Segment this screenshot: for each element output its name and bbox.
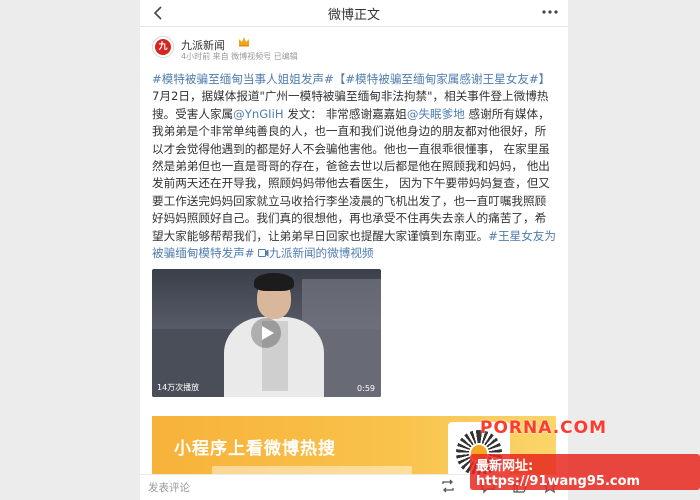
comment-input[interactable]: 发表评论	[148, 480, 190, 495]
post-text: 发文： 非常感谢嘉嘉姐	[283, 106, 407, 121]
hashtag-link[interactable]: #模特被骗至缅甸当事人姐姐发声#	[152, 72, 334, 86]
video-link-label: 九派新闻的微博视频	[269, 246, 374, 261]
post-text: 感谢所有媒体，我弟弟是个非常单纯善良的人，也一直和我们说他身边的朋友都对他很好，…	[152, 106, 550, 243]
video-link[interactable]: 九派新闻的微博视频	[258, 246, 374, 261]
author-logo: 九	[155, 39, 171, 55]
mention-link[interactable]: @YnGIiH	[233, 107, 283, 121]
author-header: 九 九派新闻 4小时前 来自 微博视频号 已编辑	[152, 36, 552, 66]
watermark-site: PORNA.COM	[480, 418, 608, 438]
author-meta: 4小时前 来自 微博视频号 已编辑	[181, 52, 298, 61]
more-button[interactable]	[538, 1, 562, 23]
avatar[interactable]: 九	[152, 36, 174, 58]
more-dots-icon	[542, 10, 558, 14]
play-count: 14万次播放	[157, 383, 200, 392]
mention-link[interactable]: @失眠爹地	[407, 107, 465, 121]
hashtag-link[interactable]: 【#模特被骗至缅甸家属感谢王星女友#】	[334, 72, 551, 86]
top-bar: 微博正文	[140, 0, 568, 27]
video-figure	[254, 273, 294, 291]
crown-icon	[238, 36, 250, 50]
repost-icon[interactable]	[440, 478, 456, 498]
video-link-icon	[258, 249, 269, 258]
video-duration: 0:59	[357, 384, 375, 393]
watermark-url: 最新网址: https://91wang95.com	[470, 454, 700, 490]
play-button[interactable]	[250, 317, 282, 349]
play-icon	[251, 318, 281, 348]
video-player[interactable]: 14万次播放 0:59	[152, 269, 381, 397]
page-title: 微博正文	[327, 8, 380, 23]
ad-title: 小程序上看微博热搜	[174, 439, 336, 459]
post-body: #模特被骗至缅甸当事人姐姐发声#【#模特被骗至缅甸家属感谢王星女友#】7月2日，…	[152, 71, 556, 262]
